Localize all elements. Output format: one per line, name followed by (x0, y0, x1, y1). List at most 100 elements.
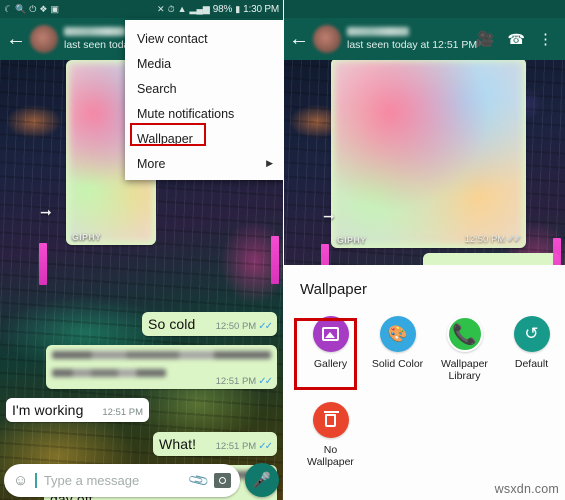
watermark: wsxdn.com (494, 482, 559, 496)
menu-item-mute-notifications[interactable]: Mute notifications (125, 101, 283, 126)
emoji-icon[interactable]: ☺ (13, 473, 28, 488)
menu-item-label: Search (137, 81, 177, 96)
attachment-icon[interactable]: 📎 (186, 468, 210, 492)
message-input-bar: ☺ Type a message 📎 🎤 (0, 460, 283, 500)
menu-item-label: More (137, 156, 166, 171)
wallpaper-option-gallery[interactable]: Gallery (297, 316, 364, 382)
message-input-placeholder: Type a message (43, 472, 140, 488)
contact-info[interactable]: last seen today at 12:51 PM (347, 27, 478, 51)
message-text: So cold (148, 316, 196, 332)
overflow-menu-icon[interactable]: ⋮ (538, 32, 553, 47)
message-time: 12:51 PM (102, 407, 143, 418)
contact-status: last seen today at 12:51 PM (347, 39, 478, 51)
back-icon[interactable]: ← (289, 29, 309, 49)
wallpaper-bottom-sheet: Wallpaper Gallery 🎨 Solid Color 📞 Wallpa… (283, 265, 565, 500)
status-bar-right (283, 0, 565, 18)
blurred-text-line (52, 351, 271, 359)
share-arrow-icon[interactable]: ➞ (323, 208, 335, 225)
search-icon: 🔍 (15, 3, 27, 14)
wallpaper-accent-bar (271, 236, 279, 284)
wifi-icon: ▲ (177, 3, 187, 14)
message-time: 12:51 PM (215, 441, 257, 452)
menu-item-label: Media (137, 56, 172, 71)
wallpaper-option-wallpaper-library[interactable]: 📞 Wallpaper Library (431, 316, 498, 382)
battery-icon: ▮ (235, 3, 241, 14)
mute-icon: ✕ (157, 3, 165, 14)
message-bubble-incoming[interactable]: I'm working 12:51 PM (6, 398, 149, 422)
panel-divider (283, 0, 284, 500)
palette-icon: 🎨 (379, 316, 416, 352)
message-text: I'm working (12, 402, 84, 418)
wallpaper-options-row-1: Gallery 🎨 Solid Color 📞 Wallpaper Librar… (283, 298, 565, 382)
menu-item-wallpaper[interactable]: Wallpaper (125, 123, 283, 151)
giphy-tag: GIPHY (337, 235, 367, 245)
wallpaper-option-label: No Wallpaper (307, 444, 354, 468)
status-bar: ☾ 🔍 ⏻ ❖ ▣ ✕ ⏱ ▲ ▂▄▆ 98% ▮ 1:30 PM (0, 0, 283, 18)
menu-item-more[interactable]: More ▶ (125, 151, 283, 176)
menu-item-search[interactable]: Search (125, 76, 283, 101)
gallery-icon (312, 316, 349, 352)
restore-icon: ↺ (513, 316, 550, 352)
wallpaper-option-solid-color[interactable]: 🎨 Solid Color (364, 316, 431, 382)
moon-icon: ☾ (2, 2, 14, 15)
message-meta: 12:51 PM ✓✓ (215, 440, 273, 452)
right-panel-wallpaper-sheet: ← last seen today at 12:51 PM 🎥 ☎ ⋮ ➞ GI (283, 0, 565, 500)
read-receipt-icon: ✓✓ (258, 440, 273, 452)
wallpaper-option-label: Default (514, 358, 549, 370)
message-meta: 12:50 PM ✓✓ (215, 320, 273, 332)
message-meta: 12:51 PM ✓✓ (216, 375, 273, 387)
header-actions: 🎥 ☎ ⋮ (476, 32, 559, 47)
video-call-icon[interactable]: 🎥 (476, 32, 495, 47)
read-receipt-icon: ✓✓ (258, 375, 273, 387)
wallpaper-option-no-wallpaper[interactable]: No Wallpaper (297, 402, 364, 468)
media-thumbnail (334, 61, 523, 245)
chevron-right-icon: ▶ (266, 158, 273, 168)
power-icon: ⏻ (29, 3, 37, 14)
alarm-icon: ⏱ (167, 3, 175, 14)
read-receipt-icon: ✓✓ (258, 320, 273, 332)
wallpaper-option-label: Solid Color (371, 358, 424, 370)
contact-name-blurred (347, 27, 409, 36)
contact-name-blurred (64, 27, 126, 36)
wallpaper-option-label: Wallpaper Library (441, 358, 488, 382)
read-receipt-icon: ✓✓ (507, 233, 522, 245)
mic-button[interactable]: 🎤 (245, 463, 279, 497)
blurred-text-line (52, 369, 166, 377)
avatar[interactable] (313, 25, 341, 53)
menu-item-media[interactable]: Media (125, 51, 283, 76)
whatsapp-icon: 📞 (446, 316, 483, 352)
camera-icon[interactable] (214, 472, 231, 488)
message-bubble-outgoing-blurred[interactable]: 12:51 PM ✓✓ (46, 345, 277, 389)
message-meta: 12:50 PM ✓✓ (464, 233, 522, 245)
screenshot-icon: ▣ (50, 3, 60, 14)
overflow-menu: View contact Media Search Mute notificat… (125, 20, 283, 180)
status-bar-right-icons: ✕ ⏱ ▲ ▂▄▆ 98% ▮ 1:30 PM (157, 4, 279, 15)
wallpaper-option-default[interactable]: ↺ Default (498, 316, 565, 382)
message-bubble-outgoing[interactable]: So cold 12:50 PM ✓✓ (142, 312, 277, 336)
wallpaper-accent-bar (39, 243, 47, 285)
message-text: What! (159, 436, 197, 452)
giphy-tag: GIPHY (72, 232, 102, 242)
screenshot-root: ☾ 🔍 ⏻ ❖ ▣ ✕ ⏱ ▲ ▂▄▆ 98% ▮ 1:30 PM ← last… (0, 0, 565, 500)
message-input-pill[interactable]: ☺ Type a message 📎 (4, 463, 240, 497)
status-bar-left-icons: ☾ 🔍 ⏻ ❖ ▣ (2, 2, 60, 15)
message-time: 12:50 PM (215, 321, 257, 332)
media-message-giphy[interactable]: GIPHY 12:50 PM ✓✓ (331, 60, 526, 248)
battery-percent: 98% (212, 3, 233, 15)
message-time: 12:50 PM (464, 234, 506, 245)
text-cursor (35, 472, 37, 488)
menu-item-label: Wallpaper (137, 131, 193, 146)
back-icon[interactable]: ← (6, 29, 26, 49)
phone-call-icon[interactable]: ☎ (508, 32, 525, 46)
left-panel-chat-with-menu: ☾ 🔍 ⏻ ❖ ▣ ✕ ⏱ ▲ ▂▄▆ 98% ▮ 1:30 PM ← last… (0, 0, 283, 500)
wallpaper-options-row-2: No Wallpaper (283, 382, 565, 468)
menu-item-view-contact[interactable]: View contact (125, 26, 283, 51)
menu-item-label: Mute notifications (137, 106, 235, 121)
share-arrow-icon[interactable]: ➞ (40, 204, 52, 221)
message-bubble-outgoing[interactable]: What! 12:51 PM ✓✓ (153, 432, 277, 456)
dropbox-icon: ❖ (39, 3, 48, 14)
sheet-title: Wallpaper (300, 281, 367, 298)
message-meta: 12:51 PM (102, 407, 143, 418)
avatar[interactable] (30, 25, 58, 53)
wallpaper-option-label: Gallery (313, 358, 348, 370)
